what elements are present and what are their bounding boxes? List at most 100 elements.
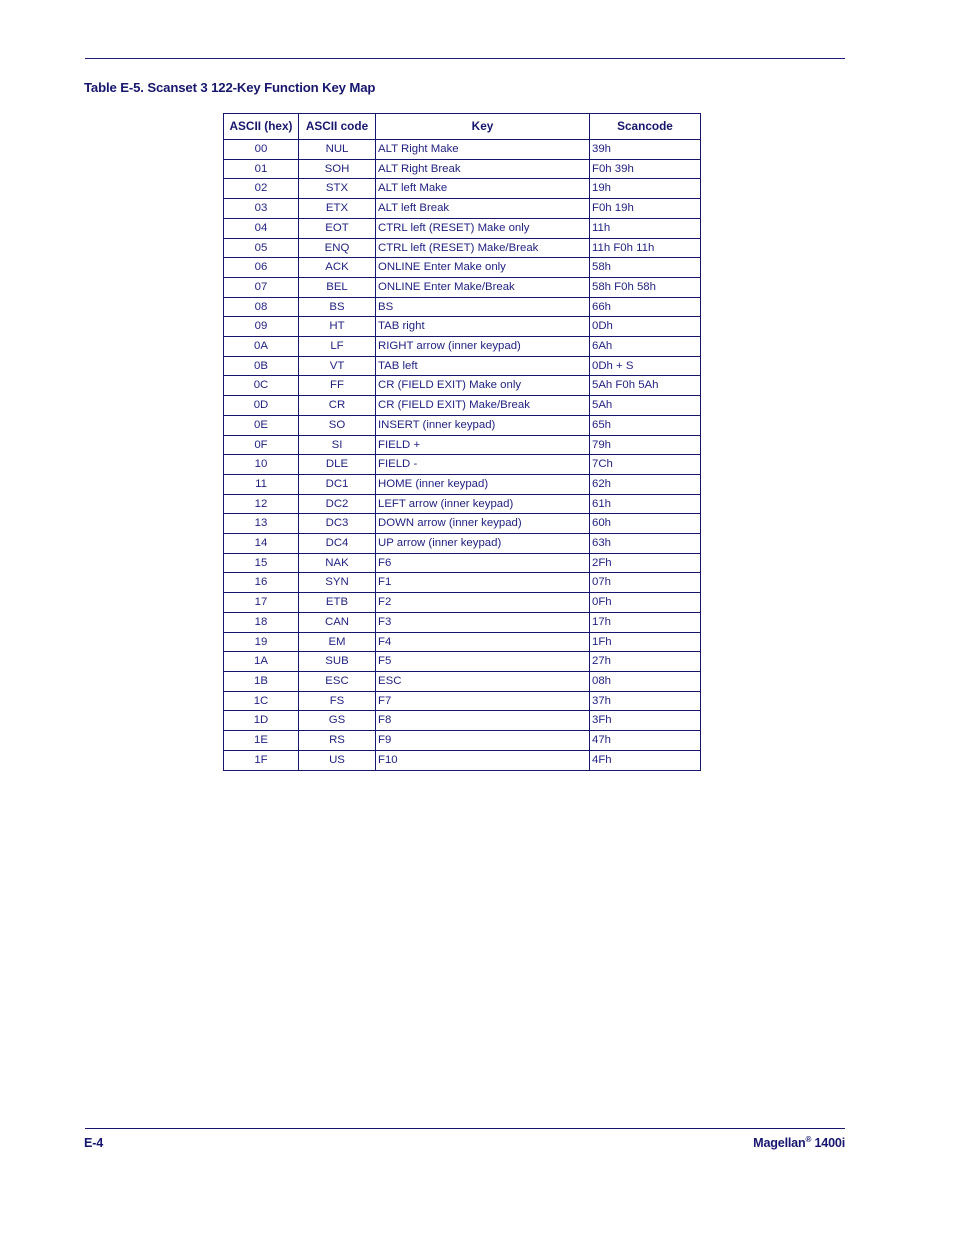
footer-product-name: Magellan	[753, 1136, 806, 1150]
column-header-scancode: Scancode	[589, 113, 701, 140]
table-row: 1A SUB F5 27h	[223, 651, 701, 672]
cell-ascii-code: SUB	[298, 651, 376, 672]
cell-scancode: 79h	[589, 434, 701, 456]
cell-ascii-hex: 00	[223, 139, 299, 160]
cell-key: ONLINE Enter Make/Break	[375, 276, 590, 298]
cell-ascii-code: SO	[298, 414, 376, 436]
cell-scancode: 6Ah	[589, 336, 701, 357]
header-rule	[85, 58, 845, 59]
cell-key: BS	[375, 296, 590, 318]
table-row: 19 EM F4 1Fh	[223, 631, 701, 653]
cell-ascii-hex: 16	[223, 572, 299, 594]
footer-product-label: Magellan® 1400i	[753, 1135, 845, 1150]
cell-key: ONLINE Enter Make only	[375, 257, 590, 278]
table-row: 07 BEL ONLINE Enter Make/Break 58h F0h 58h	[223, 276, 701, 298]
cell-ascii-code: FS	[298, 690, 376, 712]
cell-key: ALT Right Break	[375, 158, 590, 180]
cell-ascii-code: HT	[298, 316, 376, 338]
cell-key: FIELD -	[375, 454, 590, 475]
cell-key: CR (FIELD EXIT) Make only	[375, 375, 590, 397]
table-row: 0C FF CR (FIELD EXIT) Make only 5Ah F0h 5Ah	[223, 375, 701, 397]
cell-key: F10	[375, 749, 590, 771]
cell-ascii-hex: 1C	[223, 690, 299, 712]
table-row: 0D CR CR (FIELD EXIT) Make/Break 5Ah	[223, 395, 701, 416]
cell-scancode: 27h	[589, 651, 701, 672]
cell-scancode: 5Ah	[589, 395, 701, 416]
cell-key: F5	[375, 651, 590, 672]
cell-key: F2	[375, 592, 590, 613]
cell-scancode: 0Dh	[589, 316, 701, 338]
table-row: 0F SI FIELD +79h	[223, 434, 701, 456]
cell-ascii-hex: 04	[223, 217, 299, 239]
column-header-key: Key	[375, 113, 590, 140]
cell-ascii-hex: 12	[223, 493, 299, 515]
cell-ascii-hex: 03	[223, 198, 299, 219]
table-row: 1C FS F7 37h	[223, 690, 701, 712]
cell-scancode: 58h	[589, 257, 701, 278]
table-row: 0A LF RIGHT arrow (inner keypad) 6Ah	[223, 336, 701, 357]
table-row: 09 HT TAB right 0Dh	[223, 316, 701, 338]
table-row: 00 NUL ALT Right Make 39h	[223, 139, 701, 160]
table-row: 02 STX ALT left Make 19h	[223, 178, 701, 200]
cell-key: TAB right	[375, 316, 590, 338]
cell-scancode: 63h	[589, 533, 701, 554]
footer-product-model: 1400i	[814, 1136, 845, 1150]
cell-ascii-hex: 01	[223, 158, 299, 180]
cell-scancode: 2Fh	[589, 552, 701, 574]
cell-ascii-code: ESC	[298, 670, 376, 692]
cell-key: F7	[375, 690, 590, 712]
table-row: 06 ACK ONLINE Enter Make only 58h	[223, 257, 701, 278]
table-row: 1B ESC ESC 08h	[223, 670, 701, 692]
table-row: 12 DC2 LEFT arrow (inner keypad) 61h	[223, 493, 701, 515]
cell-scancode: F0h 39h	[589, 158, 701, 180]
table-row: 18 CAN F3 17h	[223, 611, 701, 633]
table-row: 11 DC1 HOME (inner keypad) 62h	[223, 473, 701, 495]
cell-scancode: 58h F0h 58h	[589, 276, 701, 298]
cell-scancode: 61h	[589, 493, 701, 515]
cell-ascii-code: RS	[298, 730, 376, 751]
cell-scancode: 1Fh	[589, 631, 701, 653]
cell-ascii-hex: 0D	[223, 395, 299, 416]
cell-key: ALT left Break	[375, 198, 590, 219]
cell-scancode: 65h	[589, 414, 701, 436]
cell-ascii-code: LF	[298, 336, 376, 357]
cell-ascii-hex: 11	[223, 473, 299, 495]
cell-scancode: 07h	[589, 572, 701, 594]
cell-key: F9	[375, 730, 590, 751]
cell-ascii-hex: 14	[223, 533, 299, 554]
cell-ascii-hex: 1D	[223, 710, 299, 732]
cell-ascii-hex: 17	[223, 592, 299, 613]
cell-ascii-code: CR	[298, 395, 376, 416]
cell-key: F8	[375, 710, 590, 732]
footer-page-number: E-4	[84, 1136, 103, 1150]
cell-ascii-code: BS	[298, 296, 376, 318]
cell-ascii-hex: 02	[223, 178, 299, 200]
cell-ascii-hex: 18	[223, 611, 299, 633]
cell-key: RIGHT arrow (inner keypad)	[375, 336, 590, 357]
scanset3-function-key-map-table: ASCII (hex) ASCII code Key Scancode 00 NU…	[223, 113, 701, 771]
cell-key: CR (FIELD EXIT) Make/Break	[375, 395, 590, 416]
column-header-ascii-hex: ASCII (hex)	[223, 113, 299, 140]
cell-ascii-code: DC1	[298, 473, 376, 495]
cell-scancode: F0h 19h	[589, 198, 701, 219]
cell-ascii-hex: 0B	[223, 355, 299, 377]
cell-ascii-hex: 1A	[223, 651, 299, 672]
cell-scancode: 60h	[589, 513, 701, 535]
table-row: 08 BS BS 66h	[223, 296, 701, 318]
cell-scancode: 5Ah F0h 5Ah	[589, 375, 701, 397]
cell-ascii-code: DLE	[298, 454, 376, 475]
cell-key: F6	[375, 552, 590, 574]
cell-ascii-hex: 0F	[223, 434, 299, 456]
cell-ascii-hex: 06	[223, 257, 299, 278]
cell-ascii-code: ETX	[298, 198, 376, 219]
cell-ascii-code: SOH	[298, 158, 376, 180]
cell-scancode: 19h	[589, 178, 701, 200]
cell-ascii-hex: 1B	[223, 670, 299, 692]
cell-ascii-hex: 09	[223, 316, 299, 338]
cell-ascii-code: ACK	[298, 257, 376, 278]
cell-key: DOWN arrow (inner keypad)	[375, 513, 590, 535]
column-header-ascii-code: ASCII code	[298, 113, 376, 140]
table-head: ASCII (hex) ASCII code Key Scancode	[223, 113, 701, 140]
cell-scancode: 0Dh + S	[589, 355, 701, 377]
cell-ascii-code: BEL	[298, 276, 376, 298]
